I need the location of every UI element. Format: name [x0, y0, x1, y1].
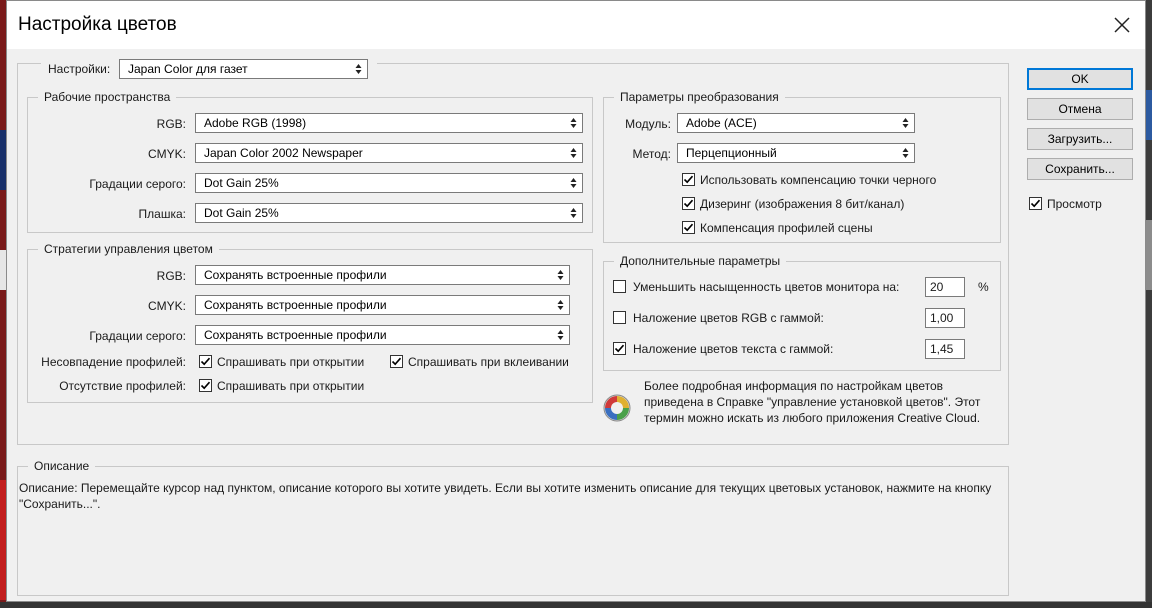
mismatch-paste-checkbox[interactable] — [390, 355, 403, 368]
ws-gray-label: Градации серого: — [89, 177, 186, 191]
cp-rgb-label: RGB: — [156, 269, 186, 283]
ws-spot-select[interactable]: Dot Gain 25% — [195, 203, 583, 223]
desaturate-input[interactable]: 20 — [925, 277, 965, 297]
cp-gray-label: Градации серого: — [89, 329, 186, 343]
preview-checkbox[interactable] — [1029, 197, 1042, 210]
blend-text-label: Наложение цветов текста с гаммой: — [633, 342, 834, 356]
cp-gray-value: Сохранять встроенные профили — [204, 328, 387, 342]
scene-comp-checkbox[interactable] — [682, 221, 695, 234]
select-arrows-icon — [557, 269, 564, 281]
ok-button[interactable]: OK — [1027, 68, 1133, 90]
missing-open-checkbox[interactable] — [199, 379, 212, 392]
intent-label: Метод: — [632, 147, 671, 161]
settings-label: Настройки: — [48, 62, 111, 76]
save-button[interactable]: Сохранить... — [1027, 158, 1133, 180]
ws-spot-value: Dot Gain 25% — [204, 206, 279, 220]
load-button[interactable]: Загрузить... — [1027, 128, 1133, 150]
ws-spot-label: Плашка: — [138, 207, 186, 221]
select-arrows-icon — [355, 63, 362, 75]
close-button[interactable] — [1109, 12, 1135, 38]
profile-mismatch-label: Несовпадение профилей: — [41, 355, 186, 369]
select-arrows-icon — [557, 329, 564, 341]
checkmark-icon — [683, 223, 694, 232]
select-arrows-icon — [570, 147, 577, 159]
engine-select[interactable]: Adobe (ACE) — [677, 113, 915, 133]
checkmark-icon — [391, 357, 402, 366]
cp-rgb-select[interactable]: Сохранять встроенные профили — [195, 265, 570, 285]
cp-cmyk-select[interactable]: Сохранять встроенные профили — [195, 295, 570, 315]
ws-cmyk-value: Japan Color 2002 Newspaper — [204, 146, 363, 160]
intent-value: Перцепционный — [686, 146, 777, 160]
dither-label: Дизеринг (изображения 8 бит/канал) — [700, 197, 905, 211]
cp-cmyk-label: CMYK: — [147, 299, 186, 313]
select-arrows-icon — [902, 117, 909, 129]
blend-text-checkbox[interactable] — [613, 342, 626, 355]
ws-cmyk-label: CMYK: — [147, 147, 186, 161]
checkmark-icon — [614, 344, 625, 353]
cp-cmyk-value: Сохранять встроенные профили — [204, 298, 387, 312]
dialog-title: Настройка цветов — [18, 14, 177, 35]
info-text: Более подробная информация по настройкам… — [644, 379, 981, 425]
color-wheel-icon — [603, 394, 631, 422]
conversion-legend: Параметры преобразования — [614, 90, 785, 104]
black-point-label: Использовать компенсацию точки черного — [700, 173, 937, 187]
desaturate-checkbox[interactable] — [613, 280, 626, 293]
checkmark-icon — [200, 357, 211, 366]
missing-open-label: Спрашивать при открытии — [217, 379, 365, 393]
ws-rgb-value: Adobe RGB (1998) — [204, 116, 307, 130]
ws-rgb-label: RGB: — [156, 117, 186, 131]
scene-comp-label: Компенсация профилей сцены — [700, 221, 873, 235]
checkmark-icon — [200, 381, 211, 390]
working-spaces-legend: Рабочие пространства — [38, 90, 177, 104]
blend-rgb-checkbox[interactable] — [613, 311, 626, 324]
ws-rgb-select[interactable]: Adobe RGB (1998) — [195, 113, 583, 133]
settings-select[interactable]: Japan Color для газет — [119, 59, 368, 79]
blend-rgb-label: Наложение цветов RGB с гаммой: — [633, 311, 824, 325]
intent-select[interactable]: Перцепционный — [677, 143, 915, 163]
mismatch-paste-label: Спрашивать при вклеивании — [408, 355, 569, 369]
preview-label: Просмотр — [1047, 197, 1102, 211]
select-arrows-icon — [570, 177, 577, 189]
select-arrows-icon — [902, 147, 909, 159]
background-bottom-edge — [0, 602, 1152, 608]
engine-label: Модуль: — [625, 117, 671, 131]
select-arrows-icon — [570, 207, 577, 219]
close-icon — [1114, 17, 1130, 33]
desaturate-unit: % — [978, 280, 989, 294]
black-point-checkbox[interactable] — [682, 173, 695, 186]
checkmark-icon — [1030, 199, 1041, 208]
blend-text-input[interactable]: 1,45 — [925, 339, 965, 359]
select-arrows-icon — [557, 299, 564, 311]
blend-rgb-input[interactable]: 1,00 — [925, 308, 965, 328]
mismatch-open-label: Спрашивать при открытии — [217, 355, 365, 369]
ws-cmyk-select[interactable]: Japan Color 2002 Newspaper — [195, 143, 583, 163]
settings-select-value: Japan Color для газет — [128, 62, 248, 76]
select-arrows-icon — [570, 117, 577, 129]
advanced-legend: Дополнительные параметры — [614, 254, 787, 268]
color-policies-legend: Стратегии управления цветом — [38, 242, 219, 256]
title-bar: Настройка цветов — [7, 1, 1145, 49]
description-legend: Описание — [28, 459, 96, 473]
checkmark-icon — [683, 175, 694, 184]
engine-value: Adobe (ACE) — [686, 116, 757, 130]
desaturate-label: Уменьшить насыщенность цветов монитора н… — [633, 280, 900, 294]
dither-checkbox[interactable] — [682, 197, 695, 210]
checkmark-icon — [683, 199, 694, 208]
cp-gray-select[interactable]: Сохранять встроенные профили — [195, 325, 570, 345]
mismatch-open-checkbox[interactable] — [199, 355, 212, 368]
cp-rgb-value: Сохранять встроенные профили — [204, 268, 387, 282]
missing-profiles-label: Отсутствие профилей: — [59, 379, 186, 393]
background-right-edge — [1146, 0, 1152, 608]
description-text: Описание: Перемещайте курсор над пунктом… — [19, 481, 992, 511]
ws-gray-value: Dot Gain 25% — [204, 176, 279, 190]
ws-gray-select[interactable]: Dot Gain 25% — [195, 173, 583, 193]
color-settings-dialog: Настройка цветов Настройки: Japan Color … — [6, 0, 1146, 602]
cancel-button[interactable]: Отмена — [1027, 98, 1133, 120]
settings-row: Настройки: Japan Color для газет — [41, 58, 377, 80]
